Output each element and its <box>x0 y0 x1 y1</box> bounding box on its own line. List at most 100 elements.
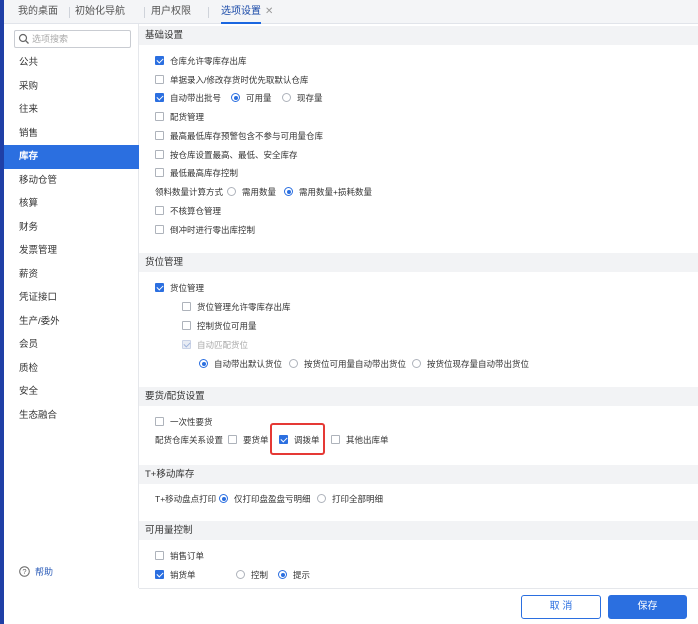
radio[interactable] <box>289 359 298 368</box>
footer-bar: 取 消 保存 <box>139 588 698 624</box>
sidebar-item-security[interactable]: 安全 <box>4 380 139 404</box>
radio-label: 自动带出默认货位 <box>214 359 283 369</box>
checkbox[interactable] <box>155 112 164 121</box>
radio-label: 打印全部明细 <box>332 494 384 504</box>
option-label: 一次性要货 <box>170 417 213 427</box>
checkbox[interactable] <box>155 56 164 65</box>
sidebar-item-finance[interactable]: 财务 <box>4 216 139 240</box>
section-header-available-control: 可用量控制 <box>139 521 698 540</box>
radio[interactable] <box>317 494 326 503</box>
checkbox[interactable] <box>155 225 164 234</box>
tab-user-permission[interactable]: 用户权限 <box>151 0 191 24</box>
radio-label: 仅打印盘盈盘亏明细 <box>234 494 311 504</box>
sidebar-item-ecosystem[interactable]: 生态融合 <box>4 404 139 428</box>
radio[interactable] <box>231 93 240 102</box>
checkbox[interactable] <box>155 150 164 159</box>
sidebar-item-public[interactable]: 公共 <box>4 51 139 75</box>
search-icon <box>18 33 29 44</box>
option-label: 货位管理允许零库存出库 <box>197 302 291 312</box>
section-header-location: 货位管理 <box>139 253 698 272</box>
option-label: 自动匹配货位 <box>197 340 249 350</box>
checkbox[interactable] <box>155 417 164 426</box>
help-icon: ? <box>19 566 30 577</box>
option-label: 销货单 <box>170 570 196 580</box>
section-header-requisition: 要货/配货设置 <box>139 387 698 406</box>
option-label: 控制货位可用量 <box>197 321 257 331</box>
tab-separator <box>69 7 70 18</box>
tab-option-settings[interactable]: 选项设置 <box>221 0 261 24</box>
radio-label: 现存量 <box>297 93 323 103</box>
sidebar: 公共 采购 往来 销售 库存 移动仓管 核算 财务 发票管理 薪资 凭证接口 生… <box>4 24 139 588</box>
radio[interactable] <box>278 570 287 579</box>
option-label: 仓库允许零库存出库 <box>170 56 247 66</box>
checkbox[interactable] <box>155 168 164 177</box>
search-box <box>14 30 131 48</box>
checkbox <box>182 340 191 349</box>
sidebar-item-accounts[interactable]: 往来 <box>4 98 139 122</box>
option-label: 按仓库设置最高、最低、安全库存 <box>170 150 298 160</box>
sidebar-item-voucher[interactable]: 凭证接口 <box>4 286 139 310</box>
option-label: 货位管理 <box>170 283 205 293</box>
radio[interactable] <box>236 570 245 579</box>
checkbox[interactable] <box>155 75 164 84</box>
option-label: 单据录入/修改存货时优先取默认仓库 <box>170 75 309 85</box>
save-button[interactable]: 保存 <box>608 595 687 619</box>
material-calc-label: 领料数量计算方式 <box>155 187 224 197</box>
option-label: 要货单 <box>243 435 269 445</box>
sidebar-item-sales[interactable]: 销售 <box>4 122 139 146</box>
checkbox[interactable] <box>228 435 237 444</box>
sidebar-item-mobile-warehouse[interactable]: 移动仓管 <box>4 169 139 193</box>
option-label: 最低最高库存控制 <box>170 168 239 178</box>
checkbox[interactable] <box>155 93 164 102</box>
radio[interactable] <box>282 93 291 102</box>
radio-label: 按货位可用量自动带出货位 <box>304 359 407 369</box>
radio-label: 可用量 <box>246 93 272 103</box>
svg-text:?: ? <box>22 567 26 576</box>
sidebar-item-purchase[interactable]: 采购 <box>4 75 139 99</box>
radio-label: 按货位现存量自动带出货位 <box>427 359 530 369</box>
checkbox[interactable] <box>155 206 164 215</box>
checkbox[interactable] <box>155 570 164 579</box>
close-icon[interactable]: ✕ <box>265 0 273 24</box>
checkbox[interactable] <box>155 551 164 560</box>
highlight-annotation <box>270 423 325 455</box>
sidebar-item-costing[interactable]: 核算 <box>4 192 139 216</box>
section-header-basic: 基础设置 <box>139 26 698 45</box>
tab-init-navigation[interactable]: 初始化导航 <box>75 0 125 24</box>
option-label: 自动带出批号 <box>170 93 222 103</box>
radio[interactable] <box>227 187 236 196</box>
checkbox[interactable] <box>155 283 164 292</box>
option-label: 不核算仓管理 <box>170 206 222 216</box>
option-label: 倒冲时进行零出库控制 <box>170 225 256 235</box>
sidebar-item-member[interactable]: 会员 <box>4 333 139 357</box>
tab-bar: 我的桌面 初始化导航 用户权限 选项设置 ✕ <box>4 0 698 24</box>
mobile-print-label: T+移动盘点打印 <box>155 494 217 504</box>
radio-label: 需用数量+损耗数量 <box>299 187 372 197</box>
checkbox[interactable] <box>155 131 164 140</box>
checkbox[interactable] <box>331 435 340 444</box>
search-input[interactable] <box>32 32 128 46</box>
option-label: 配货管理 <box>170 112 205 122</box>
help-label: 帮助 <box>35 567 54 577</box>
option-label: 其他出库单 <box>346 435 389 445</box>
radio[interactable] <box>219 494 228 503</box>
radio-label: 需用数量 <box>242 187 277 197</box>
sidebar-item-qc[interactable]: 质检 <box>4 357 139 381</box>
sidebar-item-inventory[interactable]: 库存 <box>4 145 139 169</box>
sidebar-item-production[interactable]: 生产/委外 <box>4 310 139 334</box>
distribution-relation-label: 配货仓库关系设置 <box>155 435 224 445</box>
radio[interactable] <box>284 187 293 196</box>
option-label: 销售订单 <box>170 551 205 561</box>
cancel-button[interactable]: 取 消 <box>521 595 601 619</box>
checkbox[interactable] <box>182 302 191 311</box>
sidebar-item-payroll[interactable]: 薪资 <box>4 263 139 287</box>
option-label: 最高最低库存预警包含不参与可用量仓库 <box>170 131 324 141</box>
radio[interactable] <box>412 359 421 368</box>
checkbox[interactable] <box>182 321 191 330</box>
tab-separator <box>144 7 145 18</box>
radio-label: 控制 <box>251 570 269 580</box>
sidebar-item-invoice[interactable]: 发票管理 <box>4 239 139 263</box>
section-header-mobile-inventory: T+移动库存 <box>139 465 698 484</box>
tab-my-desktop[interactable]: 我的桌面 <box>18 0 58 24</box>
radio[interactable] <box>199 359 208 368</box>
